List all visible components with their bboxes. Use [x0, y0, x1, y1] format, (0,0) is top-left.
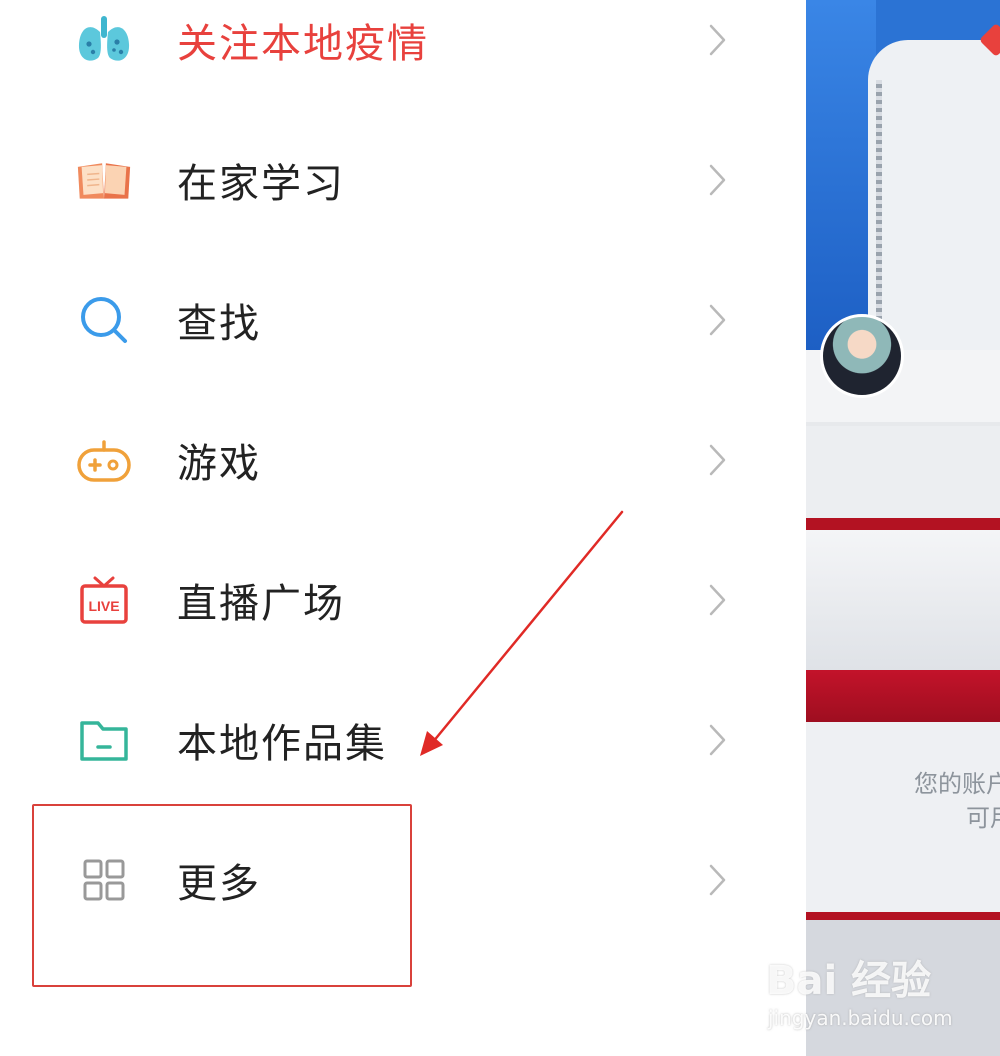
chevron-right-icon: [706, 20, 730, 60]
menu-item-local-epidemic[interactable]: 关注本地疫情: [0, 0, 806, 110]
menu-item-label: 游戏: [177, 441, 261, 487]
menu-item-label: 查找: [177, 301, 261, 347]
chevron-right-icon: [706, 580, 730, 620]
watermark-logo: Bai 经验: [766, 958, 932, 1004]
video-thumbnail[interactable]: [806, 0, 1000, 350]
preview-pane[interactable]: 您的账户 可用: [806, 0, 1000, 1056]
watermark-url: jingyan.baidu.com: [768, 1006, 953, 1030]
baidu-watermark: Bai 经验 jingyan.baidu.com: [766, 948, 966, 1038]
menu-item-label: 在家学习: [177, 161, 345, 207]
gamepad-icon: [76, 432, 132, 488]
search-icon: [76, 292, 132, 348]
chevron-right-icon: [706, 300, 730, 340]
live-badge-text: LIVE: [88, 598, 119, 614]
menu-item-search[interactable]: 查找: [0, 250, 806, 390]
menu-item-games[interactable]: 游戏: [0, 390, 806, 530]
avatar[interactable]: [820, 314, 904, 398]
menu-item-home-study[interactable]: 在家学习: [0, 110, 806, 250]
account-notice-line1: 您的账户: [914, 770, 1000, 798]
chevron-right-icon: [706, 440, 730, 480]
chevron-right-icon: [706, 720, 730, 760]
menu-item-label: 直播广场: [177, 581, 345, 627]
side-menu: 关注本地疫情 在家学习 查找 游戏 LIVE 直播广场 本地作品集 更多: [0, 0, 806, 1056]
live-tv-icon: LIVE: [76, 572, 132, 628]
account-notice-line2: 可用: [966, 804, 1000, 832]
highlight-box: [32, 804, 412, 987]
book-icon: [76, 152, 132, 208]
menu-item-label: 关注本地疫情: [177, 21, 429, 67]
folder-icon: [76, 712, 132, 768]
menu-item-local-works[interactable]: 本地作品集: [0, 670, 806, 810]
chevron-right-icon: [706, 160, 730, 200]
lungs-icon: [76, 12, 132, 68]
menu-item-label: 本地作品集: [177, 721, 387, 767]
menu-item-live-plaza[interactable]: LIVE 直播广场: [0, 530, 806, 670]
chevron-right-icon: [706, 860, 730, 900]
